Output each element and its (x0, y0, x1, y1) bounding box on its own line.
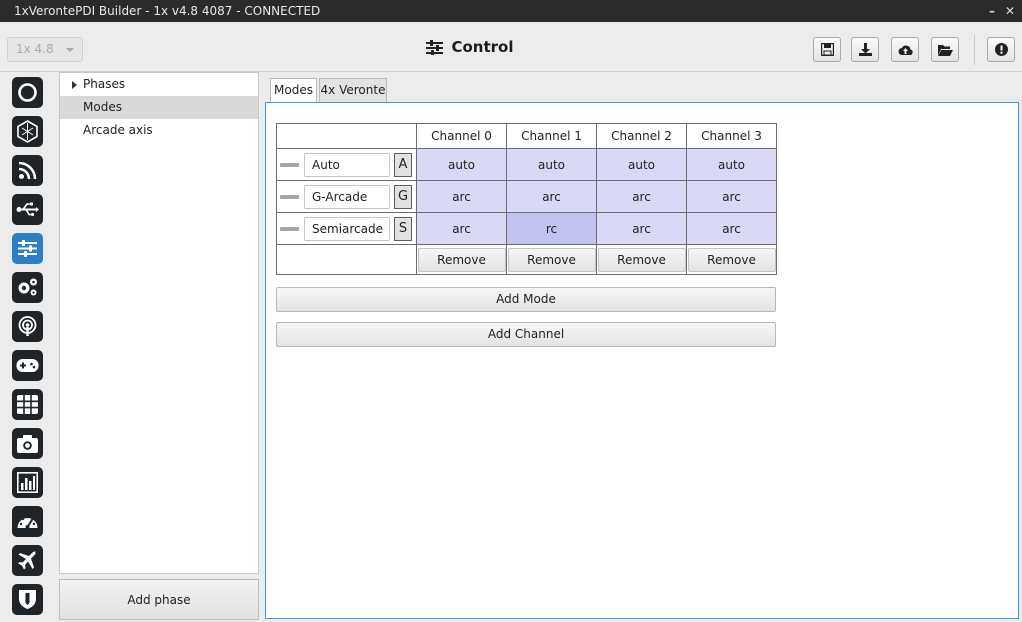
add-mode-button[interactable]: Add Mode (276, 287, 776, 312)
gears-icon[interactable] (12, 272, 43, 303)
drag-handle-icon[interactable] (280, 163, 299, 167)
remove-cell: Remove (506, 244, 597, 275)
tree-item-label: Arcade axis (83, 123, 153, 137)
toolbar: 1x 4.8 Control (0, 22, 1022, 72)
sliders-icon[interactable] (12, 233, 43, 264)
toolbar-divider (974, 35, 975, 65)
mode-channel-cell[interactable]: rc (506, 212, 597, 245)
mode-channel-cell[interactable]: arc (416, 180, 507, 213)
mode-key-label[interactable]: G (394, 185, 412, 209)
tab-modes[interactable]: Modes (270, 78, 317, 103)
remove-cell: Remove (596, 244, 687, 275)
drag-handle-icon[interactable] (280, 227, 299, 231)
folder-open-icon (937, 44, 953, 56)
chart-icon[interactable] (12, 467, 43, 498)
tree-item-phases[interactable]: Phases (60, 73, 258, 96)
table-row: G-Arcade G arc arc arc arc (276, 180, 777, 213)
mode-row-header: G-Arcade G (276, 180, 417, 213)
remove-channel-button[interactable]: Remove (507, 248, 596, 272)
mode-channel-cell[interactable]: arc (686, 212, 777, 245)
channel-header: Channel 3 (686, 123, 777, 149)
usb-icon[interactable] (12, 194, 43, 225)
mode-channel-cell[interactable]: arc (596, 212, 687, 245)
mode-channel-cell[interactable]: arc (416, 212, 507, 245)
channel-header: Channel 0 (416, 123, 507, 149)
page-title: Control (0, 38, 940, 56)
open-folder-button[interactable] (931, 37, 959, 62)
tab-4x-veronte[interactable]: 4x Veronte (319, 78, 387, 102)
table-header-row: Channel 0 Channel 1 Channel 2 Channel 3 (276, 123, 777, 149)
tree-item-modes[interactable]: Modes (60, 96, 258, 119)
table-remove-row: Remove Remove Remove Remove (276, 244, 777, 275)
podcast-icon[interactable] (12, 311, 43, 342)
mode-key-label[interactable]: S (394, 217, 412, 241)
save-button[interactable] (813, 37, 841, 62)
window-titlebar: 1xVerontePDI Builder - 1x v4.8 4087 - CO… (0, 0, 1022, 22)
mode-row-header: Auto A (276, 148, 417, 181)
table-corner-bottom (276, 244, 417, 275)
download-button[interactable] (851, 37, 879, 62)
airplane-icon[interactable] (12, 545, 43, 576)
remove-cell: Remove (686, 244, 777, 275)
table-corner (276, 123, 417, 149)
channel-header: Channel 2 (596, 123, 687, 149)
tree-item-label: Modes (83, 100, 122, 114)
cloud-upload-icon (898, 45, 913, 55)
tree-item-arcade-axis[interactable]: Arcade axis (60, 119, 258, 142)
caret-right-icon[interactable] (72, 81, 77, 89)
minimize-button[interactable]: – (986, 0, 998, 22)
page-title-text: Control (451, 38, 514, 56)
mode-name-input[interactable]: G-Arcade (304, 185, 390, 209)
sidebar (0, 72, 56, 622)
power-icon[interactable] (12, 77, 43, 108)
download-icon (858, 43, 872, 56)
add-phase-button[interactable]: Add phase (59, 579, 259, 620)
shield-icon[interactable] (12, 584, 43, 615)
modes-panel: Channel 0 Channel 1 Channel 2 Channel 3 … (265, 102, 1019, 619)
sliders-icon (426, 39, 444, 55)
remove-channel-button[interactable]: Remove (417, 248, 506, 272)
add-channel-button[interactable]: Add Channel (276, 322, 776, 347)
mode-row-header: Semiarcade S (276, 212, 417, 245)
remove-channel-button[interactable]: Remove (597, 248, 686, 272)
mode-channel-cell[interactable]: auto (596, 148, 687, 181)
cloud-upload-button[interactable] (891, 37, 919, 62)
remove-channel-button[interactable]: Remove (687, 248, 776, 272)
mode-name-input[interactable]: Auto (304, 153, 390, 177)
window-title: 1xVerontePDI Builder - 1x v4.8 4087 - CO… (14, 4, 321, 18)
mode-channel-cell[interactable]: arc (686, 180, 777, 213)
drag-handle-icon[interactable] (280, 195, 299, 199)
alerts-button[interactable] (987, 37, 1015, 62)
table-row: Semiarcade S arc rc arc arc (276, 212, 777, 245)
mode-channel-cell[interactable]: arc (506, 180, 597, 213)
remove-cell: Remove (416, 244, 507, 275)
mode-key-label[interactable]: A (394, 153, 412, 177)
gauge-icon[interactable] (12, 506, 43, 537)
close-button[interactable]: ✕ (1004, 0, 1016, 22)
grid-icon[interactable] (12, 389, 43, 420)
mode-channel-cell[interactable]: auto (686, 148, 777, 181)
warning-icon (994, 43, 1008, 56)
mode-channel-cell[interactable]: auto (416, 148, 507, 181)
save-icon (820, 43, 834, 56)
channel-header: Channel 1 (506, 123, 597, 149)
phases-tree: Phases Modes Arcade axis (59, 72, 259, 574)
mode-name-input[interactable]: Semiarcade (304, 217, 390, 241)
camera-icon[interactable] (12, 428, 43, 459)
mode-channel-cell[interactable]: arc (596, 180, 687, 213)
mode-channel-cell[interactable]: auto (506, 148, 597, 181)
rss-icon[interactable] (12, 155, 43, 186)
tree-item-label: Phases (83, 77, 126, 91)
gamepad-icon[interactable] (12, 350, 43, 381)
hexagon-icon[interactable] (12, 116, 43, 147)
table-row: Auto A auto auto auto auto (276, 148, 777, 181)
modes-table: Channel 0 Channel 1 Channel 2 Channel 3 … (276, 123, 777, 275)
